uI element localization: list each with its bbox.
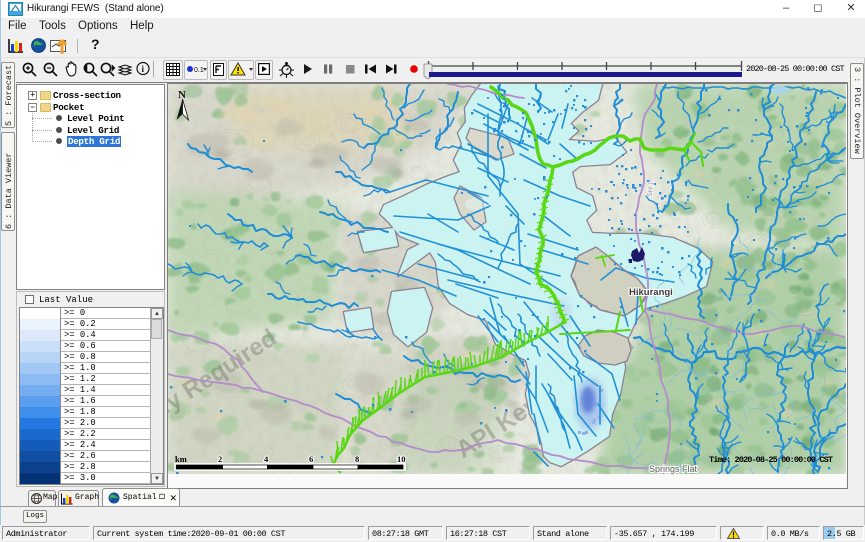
svg-text:Time: 2020-08-25 00:00:00 CST: Time: 2020-08-25 00:00:00 CST (709, 455, 833, 465)
svg-text:6: 6 (309, 454, 313, 464)
svg-text:2: 2 (218, 454, 222, 464)
svg-text:i: i (142, 64, 145, 74)
svg-text:Hikurangi: Hikurangi (629, 287, 673, 298)
svg-text:N: N (178, 89, 186, 101)
svg-text:SH 1: SH 1 (647, 181, 655, 197)
svg-text:km: km (175, 454, 187, 464)
svg-text:8: 8 (355, 454, 359, 464)
svg-text:Springs Flat: Springs Flat (649, 464, 698, 474)
svg-text:0.1: 0.1 (194, 67, 204, 74)
svg-text:10: 10 (397, 454, 406, 464)
